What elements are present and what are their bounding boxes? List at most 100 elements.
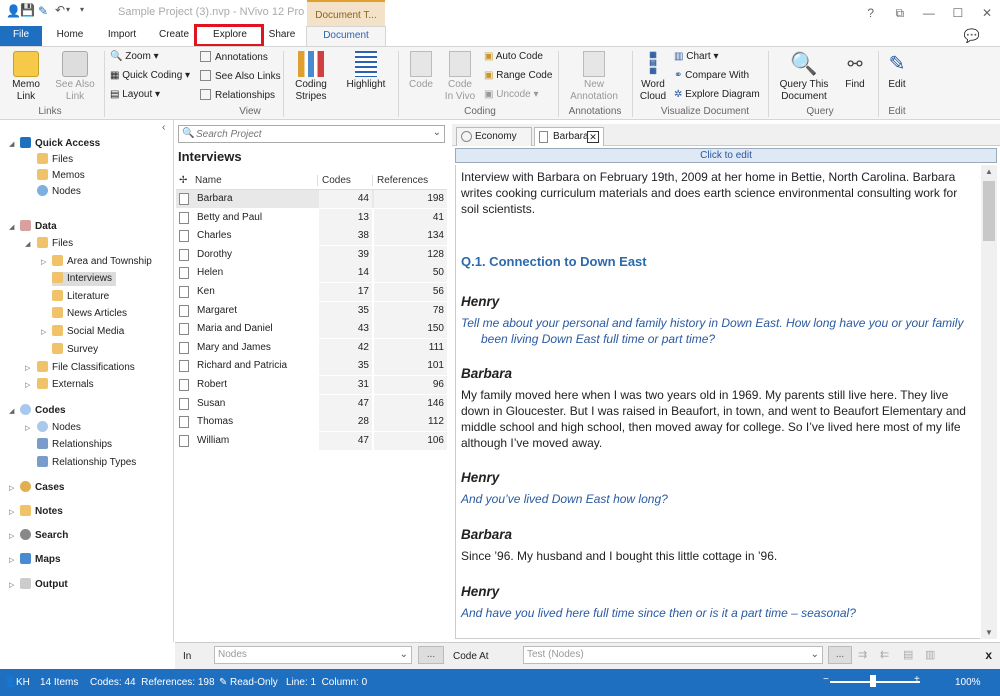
- list-item[interactable]: Robert 31 96: [176, 376, 447, 394]
- scroll-down-icon[interactable]: ▼: [985, 628, 993, 637]
- coding-stripes-button[interactable]: Coding Stripes: [290, 51, 332, 103]
- code-in-vivo-icon[interactable]: ▤: [903, 648, 913, 661]
- in-nodes-dropdown[interactable]: Nodes ⌄: [214, 646, 412, 664]
- nav-codes[interactable]: Codes: [20, 404, 66, 418]
- vertical-scrollbar[interactable]: ▲ ▼: [981, 165, 997, 639]
- zoom-button[interactable]: 🔍 Zoom ▾: [110, 51, 159, 63]
- nav-survey[interactable]: Survey: [52, 343, 98, 357]
- compare-with-button[interactable]: ⚭ Compare With: [674, 70, 749, 82]
- zoom-out-icon[interactable]: −: [823, 674, 829, 685]
- undo-icon[interactable]: ↶: [55, 3, 65, 17]
- expand-icon[interactable]: ▷: [41, 328, 46, 336]
- column-codes-header[interactable]: Codes: [317, 175, 351, 186]
- customize-toolbar-icon[interactable]: ▾: [80, 5, 84, 14]
- edit-button[interactable]: ✎ Edit: [884, 51, 910, 91]
- column-references-header[interactable]: References: [372, 175, 428, 186]
- minimize-button[interactable]: —: [916, 0, 942, 26]
- nav-relationship-types[interactable]: Relationship Types: [37, 456, 136, 470]
- query-this-document-button[interactable]: 🔍 Query This Document: [774, 51, 834, 103]
- expand-icon[interactable]: ▷: [9, 508, 14, 516]
- edit-icon[interactable]: ✎: [38, 4, 48, 18]
- nav-data[interactable]: Data: [20, 220, 57, 234]
- nav-search[interactable]: Search: [20, 529, 68, 543]
- nav-file-classifications[interactable]: File Classifications: [37, 361, 135, 375]
- uncode-selection-icon[interactable]: ⇇: [880, 648, 889, 661]
- nav-maps[interactable]: Maps: [20, 553, 61, 567]
- close-tab-icon[interactable]: ✕: [587, 131, 599, 143]
- list-item[interactable]: Richard and Patricia 35 101: [176, 357, 447, 376]
- relationships-checkbox[interactable]: Relationships: [200, 89, 275, 102]
- nav-qa-memos[interactable]: Memos: [37, 169, 85, 183]
- list-item[interactable]: Susan 47 146: [176, 394, 447, 413]
- zoom-slider-thumb[interactable]: [870, 675, 876, 687]
- list-item[interactable]: Helen 14 50: [176, 264, 447, 283]
- see-also-link-button[interactable]: See Also Link: [55, 51, 95, 103]
- undo-dropdown-icon[interactable]: ▾: [66, 5, 70, 14]
- expand-icon[interactable]: ▷: [25, 424, 30, 432]
- close-button[interactable]: ✕: [974, 0, 1000, 26]
- word-cloud-button[interactable]: ▦ ▤ ▦ Word Cloud: [638, 51, 668, 103]
- nav-area-township[interactable]: Area and Township: [52, 255, 152, 269]
- expand-icon[interactable]: ◢: [25, 240, 30, 248]
- chart-button[interactable]: ▥ Chart ▾: [674, 51, 719, 63]
- nav-literature[interactable]: Literature: [52, 290, 109, 304]
- nav-codes-nodes[interactable]: Nodes: [37, 421, 81, 435]
- code-in-vivo-button[interactable]: Code In Vivo: [442, 51, 478, 103]
- list-item[interactable]: Charles 38 134: [176, 227, 447, 246]
- tab-import[interactable]: Import: [100, 26, 144, 46]
- tab-economy[interactable]: Economy: [456, 127, 532, 146]
- expand-icon[interactable]: ◢: [9, 407, 14, 415]
- layout-button[interactable]: ▤ Layout ▾: [110, 89, 160, 101]
- tab-create[interactable]: Create: [154, 26, 194, 46]
- code-button[interactable]: Code: [404, 51, 438, 91]
- nav-qa-nodes[interactable]: Nodes: [37, 185, 81, 199]
- zoom-in-icon[interactable]: +: [914, 674, 920, 685]
- nav-notes[interactable]: Notes: [20, 505, 63, 519]
- nav-social-media[interactable]: Social Media: [52, 325, 124, 339]
- scroll-up-icon[interactable]: ▲: [985, 167, 993, 176]
- search-input[interactable]: [196, 127, 421, 141]
- range-code-button[interactable]: ▣ Range Code: [484, 70, 552, 82]
- list-item[interactable]: Margaret 35 78: [176, 301, 447, 320]
- tab-document[interactable]: Document: [306, 26, 386, 46]
- list-item[interactable]: William 47 106: [176, 431, 447, 450]
- browse-nodes-button[interactable]: ...: [418, 646, 444, 664]
- code-selection-icon[interactable]: ⇉: [858, 648, 867, 661]
- column-name-header[interactable]: Name: [195, 175, 222, 186]
- expand-icon[interactable]: ◢: [9, 140, 14, 148]
- pin-icon[interactable]: ✢: [179, 175, 187, 186]
- collapse-pane-icon[interactable]: ‹: [162, 122, 165, 133]
- restore-ribbon-button[interactable]: ⧉: [887, 0, 913, 26]
- tab-share[interactable]: Share: [262, 26, 302, 46]
- explore-diagram-button[interactable]: ✲ Explore Diagram: [674, 89, 760, 101]
- search-project-box[interactable]: 🔍 ⌄: [178, 125, 445, 143]
- expand-icon[interactable]: ▷: [41, 258, 46, 266]
- nav-cases[interactable]: Cases: [20, 481, 64, 495]
- new-annotation-button[interactable]: New Annotation: [566, 51, 622, 103]
- annotations-checkbox[interactable]: Annotations: [200, 51, 268, 64]
- see-also-links-checkbox[interactable]: See Also Links: [200, 70, 281, 83]
- list-item[interactable]: Maria and Daniel 43 150: [176, 320, 447, 339]
- list-item[interactable]: Thomas 28 112: [176, 413, 447, 432]
- nav-quick-access[interactable]: Quick Access: [20, 137, 100, 151]
- tab-barbara[interactable]: Barbara ✕: [534, 127, 604, 146]
- nav-relationships[interactable]: Relationships: [37, 438, 112, 452]
- expand-icon[interactable]: ▷: [25, 364, 30, 372]
- highlight-button[interactable]: Highlight: [343, 51, 389, 91]
- maximize-button[interactable]: ☐: [945, 0, 971, 26]
- code-at-dropdown[interactable]: Test (Nodes) ⌄: [523, 646, 823, 664]
- expand-icon[interactable]: ◢: [9, 223, 14, 231]
- expand-icon[interactable]: ▷: [9, 484, 14, 492]
- nav-externals[interactable]: Externals: [37, 378, 94, 392]
- nav-news-articles[interactable]: News Articles: [52, 307, 127, 321]
- quick-coding-button[interactable]: ▦ Quick Coding ▾: [110, 70, 190, 82]
- auto-code-button[interactable]: ▣ Auto Code: [484, 51, 543, 63]
- nav-interviews[interactable]: Interviews: [52, 272, 117, 286]
- save-icon[interactable]: 💾: [20, 3, 35, 17]
- tab-home[interactable]: Home: [50, 26, 90, 46]
- tab-file[interactable]: File: [0, 26, 42, 46]
- find-button[interactable]: ⚯ Find: [840, 51, 870, 91]
- list-item[interactable]: Dorothy 39 128: [176, 245, 447, 264]
- uncode-button[interactable]: ▣ Uncode ▾: [484, 89, 539, 101]
- expand-icon[interactable]: ▷: [9, 581, 14, 589]
